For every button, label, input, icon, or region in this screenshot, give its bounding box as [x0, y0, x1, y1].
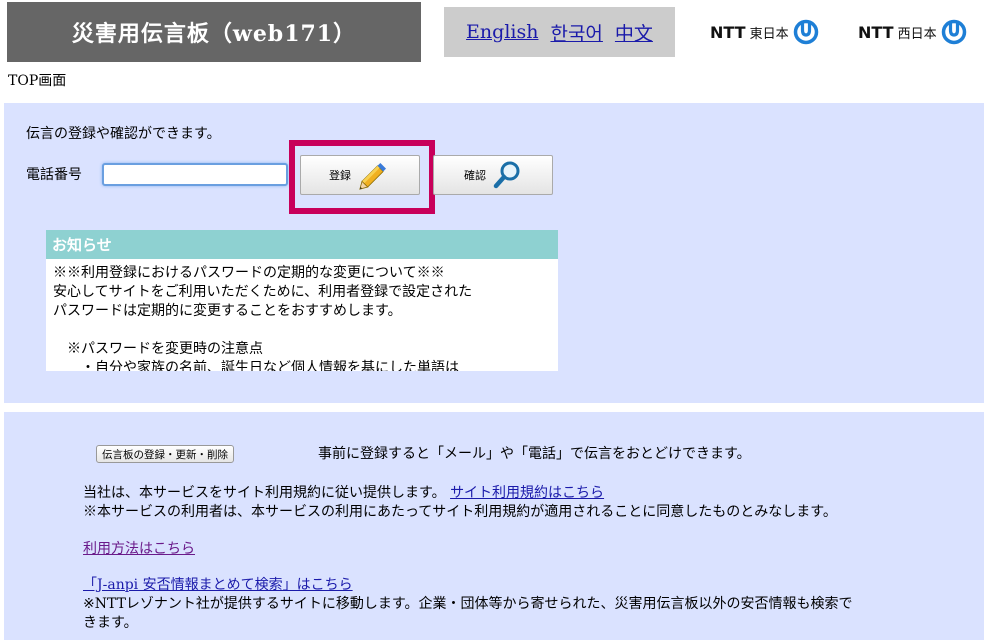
- ntt-east-logo: NTT 東日本: [710, 18, 819, 46]
- notice-line: パスワードは定期的に変更することをおすすめします。: [53, 303, 402, 319]
- janpi-note: ※NTTレゾナント社が提供するサイトに移動します。企業・団体等から寄せられた、災…: [83, 596, 853, 612]
- usage-link[interactable]: 利用方法はこちら: [83, 541, 195, 557]
- terms-line: 当社は、本サービスをサイト利用規約に従い提供します。 サイト利用規約はこちら: [83, 482, 604, 502]
- notice-line: ・自分や家族の名前、誕生日など個人情報を基にした単語は: [81, 360, 459, 371]
- info-panel: 伝言板の登録・更新・削除 事前に登録すると「メール」や「電話」で伝言をおとどけで…: [4, 412, 984, 640]
- ntt-emblem-icon: [793, 19, 818, 45]
- terms-text: 当社は、本サービスをサイト利用規約に従い提供します。: [83, 485, 446, 501]
- notice-line: ※パスワードを変更時の注意点: [67, 341, 263, 357]
- board-description: 事前に登録すると「メール」や「電話」で伝言をおとどけできます。: [318, 446, 751, 462]
- confirm-button-label: 確認: [464, 169, 486, 182]
- register-button-label: 登録: [329, 169, 351, 182]
- language-link-english[interactable]: English: [466, 21, 538, 43]
- ntt-west-logo-brand: NTT: [858, 22, 894, 42]
- pencil-icon: [359, 162, 387, 190]
- page-label: TOP画面: [8, 73, 67, 89]
- notice-line: ※※利用登録におけるパスワードの定期的な変更について※※: [53, 265, 445, 281]
- message-form-panel: 伝言の登録や確認ができます。 電話番号 登録 確認 お知らせ ※※利用登録におけ…: [4, 103, 984, 403]
- message-board-register-button[interactable]: 伝言板の登録・更新・削除: [96, 445, 234, 463]
- janpi-link[interactable]: 「J-anpi 安否情報まとめて検索」はこちら: [83, 577, 353, 593]
- notice-header: お知らせ: [46, 230, 558, 259]
- form-intro-text: 伝言の登録や確認ができます。: [26, 126, 221, 142]
- notice-box: お知らせ ※※利用登録におけるパスワードの定期的な変更について※※ 安心してサイ…: [46, 230, 558, 371]
- magnifier-icon: [493, 161, 520, 189]
- phone-number-input[interactable]: [102, 163, 288, 186]
- janpi-line: 「J-anpi 安否情報まとめて検索」はこちら: [83, 574, 353, 594]
- register-button[interactable]: 登録: [300, 155, 420, 195]
- notice-body[interactable]: ※※利用登録におけるパスワードの定期的な変更について※※ 安心してサイトをご利用…: [46, 259, 558, 371]
- ntt-east-logo-region: 東日本: [749, 26, 789, 42]
- terms-note: ※本サービスの利用者は、本サービスの利用にあたってサイト利用規約が適用されること…: [83, 504, 837, 520]
- usage-line: 利用方法はこちら: [83, 538, 195, 558]
- ntt-west-logo: NTT 西日本: [858, 18, 967, 46]
- site-title: 災害用伝言板（web171）: [7, 2, 421, 62]
- notice-line: 安心してサイトをご利用いただくために、利用者登録で設定された: [53, 284, 473, 300]
- janpi-note-continued: きます。: [83, 615, 138, 631]
- terms-link[interactable]: サイト利用規約はこちら: [450, 485, 604, 501]
- language-link-korean[interactable]: 한국어: [550, 19, 602, 46]
- language-link-chinese[interactable]: 中文: [615, 19, 653, 46]
- ntt-emblem-icon: [941, 19, 966, 45]
- ntt-east-logo-brand: NTT: [710, 22, 746, 42]
- confirm-button[interactable]: 確認: [433, 155, 553, 195]
- ntt-west-logo-region: 西日本: [897, 26, 937, 42]
- language-selector: English 한국어 中文: [444, 7, 675, 57]
- phone-number-label: 電話番号: [26, 167, 82, 183]
